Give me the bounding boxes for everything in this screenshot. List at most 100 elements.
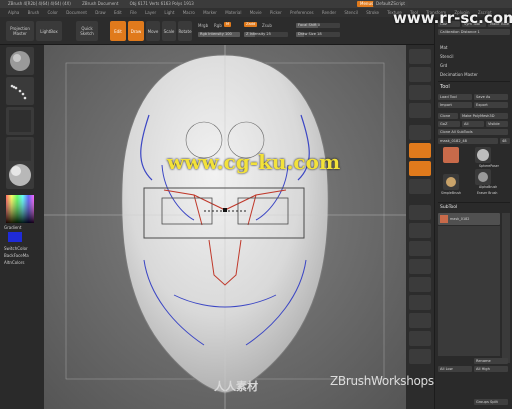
menu-material[interactable]: Material bbox=[225, 10, 241, 15]
edit-mode-button[interactable]: Edit bbox=[110, 21, 126, 41]
menu-brush[interactable]: Brush bbox=[28, 10, 40, 15]
menu-light[interactable]: Light bbox=[164, 10, 174, 15]
thumb-label-simplebrush: SimpleBrush bbox=[441, 191, 462, 195]
zsub-toggle[interactable]: Zsub bbox=[262, 23, 272, 28]
thumb-label-eraserbrush: Eraser Brush bbox=[477, 191, 498, 195]
rename-button[interactable]: Rename bbox=[474, 358, 508, 364]
thumb-label-sphereposer: SpherePoser bbox=[479, 164, 499, 168]
subtool-list[interactable] bbox=[438, 226, 500, 356]
backface-mask-label[interactable]: BackFaceMa bbox=[4, 253, 29, 258]
viewport-canvas[interactable] bbox=[44, 45, 406, 409]
dots-stroke-icon bbox=[10, 84, 27, 100]
all-button[interactable]: All bbox=[462, 121, 484, 127]
ghost-button[interactable] bbox=[409, 313, 431, 328]
focal-shift-slider[interactable]: Focal Shift 0 bbox=[296, 23, 340, 28]
menu-render[interactable]: Render bbox=[322, 10, 336, 15]
menu-color[interactable]: Color bbox=[47, 10, 57, 15]
menu-movie[interactable]: Movie bbox=[250, 10, 262, 15]
alternate-colors-label[interactable]: AltnColors bbox=[4, 260, 24, 265]
primary-color-swatch[interactable] bbox=[8, 232, 22, 242]
rgb-intensity-slider[interactable]: Rgb Intensity 100 bbox=[198, 32, 240, 37]
rotate-view-button[interactable] bbox=[409, 259, 431, 274]
menu-draw[interactable]: Draw bbox=[95, 10, 105, 15]
color-picker[interactable] bbox=[6, 195, 34, 223]
menu-macro[interactable]: Macro bbox=[183, 10, 195, 15]
menu-document[interactable]: Document bbox=[66, 10, 87, 15]
menu-stroke[interactable]: Stroke bbox=[366, 10, 379, 15]
frame-button[interactable] bbox=[409, 205, 431, 220]
default-zscript-button[interactable]: DefaultZScript bbox=[373, 1, 408, 7]
brush-picker[interactable] bbox=[6, 47, 34, 75]
move-button[interactable]: Move bbox=[146, 21, 160, 41]
menu-picker[interactable]: Picker bbox=[270, 10, 282, 15]
draw-size-slider[interactable]: Draw Size 18 bbox=[296, 32, 340, 37]
polyf-button[interactable] bbox=[409, 277, 431, 292]
visible-button[interactable]: Visible bbox=[486, 121, 508, 127]
actual-button[interactable] bbox=[409, 85, 431, 100]
sphere-brush-thumbnail[interactable] bbox=[475, 147, 491, 163]
decimation-master-section[interactable]: Decimation Master bbox=[440, 72, 478, 77]
material-picker[interactable] bbox=[6, 161, 34, 189]
zadd-toggle[interactable]: Zadd bbox=[244, 22, 258, 27]
transp-button[interactable] bbox=[409, 295, 431, 310]
alpha-picker[interactable] bbox=[6, 107, 34, 135]
xyz-button[interactable] bbox=[409, 179, 431, 194]
load-tool-button[interactable]: Load Tool bbox=[438, 94, 472, 100]
projection-master-button[interactable]: Projection Master bbox=[6, 21, 34, 41]
gradient-label[interactable]: Gradient bbox=[4, 225, 21, 230]
current-tool-thumbnail[interactable] bbox=[443, 147, 459, 163]
scroll-button[interactable] bbox=[409, 49, 431, 64]
xpose-button[interactable] bbox=[409, 349, 431, 364]
menu-marker[interactable]: Marker bbox=[203, 10, 217, 15]
mrgb-toggle[interactable]: Mrgb bbox=[198, 23, 208, 28]
grd-section[interactable]: Grd bbox=[440, 63, 447, 68]
menu-preferences[interactable]: Preferences bbox=[290, 10, 314, 15]
subtool-header[interactable]: SubTool bbox=[440, 205, 457, 210]
stroke-picker[interactable] bbox=[6, 77, 34, 105]
subtool-row[interactable]: mask_0182 bbox=[438, 213, 500, 225]
persp-button[interactable] bbox=[409, 125, 431, 140]
divider bbox=[438, 202, 510, 203]
goz-tool-button[interactable]: GoZ bbox=[438, 121, 460, 127]
menu-stencil[interactable]: Stencil bbox=[344, 10, 358, 15]
clone-all-subtools-button[interactable]: Clone All SubTools bbox=[438, 129, 508, 135]
switch-color-label[interactable]: SwitchColor bbox=[4, 246, 28, 251]
scale-button[interactable]: Scale bbox=[162, 21, 176, 41]
make-polymesh-button[interactable]: Make PolyMesh3D bbox=[460, 113, 508, 119]
move-view-button[interactable] bbox=[409, 223, 431, 238]
alpha-brush-thumbnail[interactable] bbox=[475, 169, 491, 185]
rgb-toggle[interactable]: Rgb bbox=[214, 23, 222, 28]
mat-section[interactable]: Mat bbox=[440, 45, 447, 50]
floor-button[interactable] bbox=[409, 143, 431, 158]
menu-alpha[interactable]: Alpha bbox=[8, 10, 19, 15]
subtool-scrollbar[interactable] bbox=[502, 213, 510, 363]
aahalf-button[interactable] bbox=[409, 103, 431, 118]
groups-split-button[interactable]: Groups Split bbox=[474, 399, 508, 405]
menu-file[interactable]: File bbox=[130, 10, 137, 15]
menu-layer[interactable]: Layer bbox=[145, 10, 156, 15]
simple-brush-thumbnail[interactable] bbox=[443, 174, 459, 190]
rrsc-watermark: www.rr-sc.com bbox=[393, 9, 512, 27]
save-as-button[interactable]: Save As bbox=[474, 94, 508, 100]
draw-mode-button[interactable]: Draw bbox=[128, 21, 144, 41]
lightbox-button[interactable]: LightBox bbox=[36, 21, 62, 41]
divider bbox=[438, 81, 510, 82]
z-intensity-slider[interactable]: Z Intensity 25 bbox=[244, 32, 288, 37]
zoom-button[interactable] bbox=[409, 67, 431, 82]
menu-edit[interactable]: Edit bbox=[114, 10, 122, 15]
import-button[interactable]: Import bbox=[438, 102, 472, 108]
export-button[interactable]: Export bbox=[474, 102, 508, 108]
all-high-button[interactable]: All High bbox=[474, 366, 508, 372]
m-toggle[interactable]: M bbox=[224, 22, 232, 27]
tool-header[interactable]: Tool bbox=[440, 84, 450, 90]
stencil-section[interactable]: Stencil bbox=[440, 54, 454, 59]
calibration-distance-slider[interactable]: Calibration Distance 1 bbox=[438, 29, 510, 35]
quick-sketch-button[interactable]: Quick Sketch bbox=[76, 21, 98, 41]
all-low-button[interactable]: All Low bbox=[438, 366, 472, 372]
local-button[interactable] bbox=[409, 161, 431, 176]
rotate-button[interactable]: Rotate bbox=[178, 21, 192, 41]
clone-button[interactable]: Clone bbox=[438, 113, 458, 119]
scale-view-button[interactable] bbox=[409, 241, 431, 256]
current-tool-name[interactable]: mask_0182_48 bbox=[438, 138, 498, 144]
solo-button[interactable] bbox=[409, 331, 431, 346]
